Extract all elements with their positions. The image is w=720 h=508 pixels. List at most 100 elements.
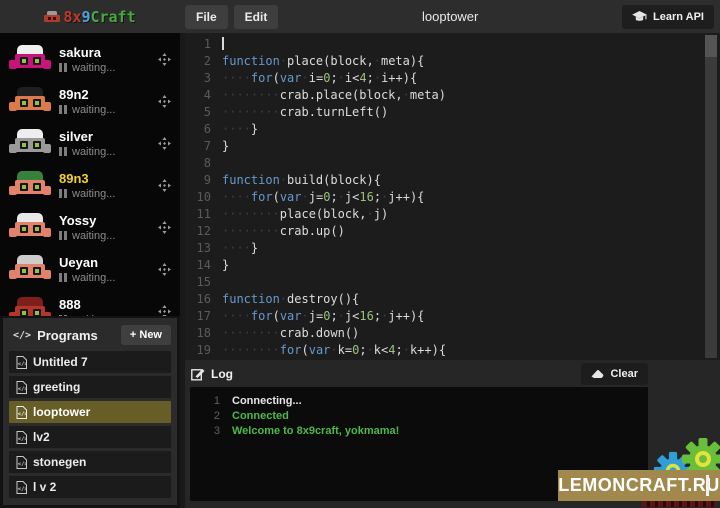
- edit-menu-button[interactable]: Edit: [234, 5, 279, 29]
- player-row[interactable]: Yossy waiting...: [0, 206, 180, 248]
- program-item[interactable]: </> looptower: [9, 401, 171, 423]
- learn-api-button[interactable]: Learn API: [622, 5, 714, 29]
- watermark-caret: [706, 475, 709, 496]
- code-lines: 12function·place(block,·meta){3····for(v…: [185, 33, 720, 360]
- code-line: 6····}: [185, 121, 720, 138]
- graduation-cap-icon: [632, 11, 647, 22]
- player-status: waiting...: [72, 146, 115, 158]
- pause-icon: [59, 231, 67, 240]
- code-file-icon: </>: [16, 356, 27, 369]
- log-entry: 2Connected: [190, 409, 648, 424]
- code-file-icon: </>: [16, 381, 27, 394]
- log-icon: [191, 367, 205, 381]
- crab-avatar: [9, 213, 51, 242]
- log-entry: 1Connecting...: [190, 394, 648, 409]
- crab-logo-icon: [44, 10, 60, 24]
- crab-avatar: [9, 255, 51, 284]
- player-status: waiting...: [72, 104, 115, 116]
- player-name: 888: [59, 297, 158, 312]
- code-file-icon: </>: [16, 431, 27, 444]
- crab-avatar: [9, 129, 51, 158]
- crab-avatar: [9, 297, 51, 317]
- code-line: 19········for(var·k=0;·k<4;·k++){: [185, 342, 720, 359]
- crab-avatar: [9, 171, 51, 200]
- player-row[interactable]: 89n2 waiting...: [0, 80, 180, 122]
- eraser-icon: [591, 368, 604, 379]
- log-title: Log: [211, 367, 233, 381]
- code-editor[interactable]: 12function·place(block,·meta){3····for(v…: [185, 33, 720, 360]
- program-item[interactable]: </> Untitled 7: [9, 351, 171, 373]
- locate-icon[interactable]: [158, 263, 171, 276]
- programs-header: </> Programs + New: [9, 323, 171, 347]
- code-line: 3····for(var·i=0;·i<4;·i++){: [185, 70, 720, 87]
- new-program-button[interactable]: + New: [121, 325, 171, 345]
- code-line: 11········place(block,·j): [185, 206, 720, 223]
- player-status: waiting...: [72, 62, 115, 74]
- pause-icon: [59, 63, 67, 72]
- programs-panel: </> Programs + New </> Untitled 7 </> gr…: [0, 316, 180, 508]
- svg-text:</>: </>: [18, 486, 27, 492]
- code-file-icon: </>: [16, 481, 27, 494]
- document-title: looptower: [278, 9, 622, 24]
- player-row[interactable]: 888 waiting...: [0, 290, 180, 316]
- app-logo: 8x9Craft: [0, 8, 180, 26]
- locate-icon[interactable]: [158, 137, 171, 150]
- locate-icon[interactable]: [158, 95, 171, 108]
- code-icon: </>: [13, 330, 31, 341]
- log-header: Log Clear: [185, 360, 720, 387]
- crab-avatar: [9, 45, 51, 74]
- program-item[interactable]: </> l v 2: [9, 476, 171, 498]
- player-status: waiting...: [72, 272, 115, 284]
- code-line: 12········crab.up(): [185, 223, 720, 240]
- player-status: waiting...: [72, 188, 115, 200]
- player-name: Yossy: [59, 213, 158, 228]
- pause-icon: [59, 189, 67, 198]
- code-line: 5········crab.turnLeft(): [185, 104, 720, 121]
- player-name: silver: [59, 129, 158, 144]
- locate-icon[interactable]: [158, 179, 171, 192]
- player-status: waiting...: [72, 230, 115, 242]
- crab-avatar: [9, 87, 51, 116]
- code-line: 8: [185, 155, 720, 172]
- code-line: 16function·destroy(){: [185, 291, 720, 308]
- code-line: 10····for(var·j=0;·j<16;·j++){: [185, 189, 720, 206]
- locate-icon[interactable]: [158, 305, 171, 317]
- log-entry: 3Welcome to 8x9craft, yokmama!: [190, 424, 648, 439]
- code-line: 18········crab.down(): [185, 325, 720, 342]
- watermark-banner: LEMONCRAFT.RU: [558, 470, 720, 501]
- player-name: sakura: [59, 45, 158, 60]
- code-line: 13····}: [185, 240, 720, 257]
- pause-icon: [59, 273, 67, 282]
- program-item[interactable]: </> stonegen: [9, 451, 171, 473]
- svg-text:</>: </>: [18, 361, 27, 367]
- code-line: 15: [185, 274, 720, 291]
- code-line: 14}: [185, 257, 720, 274]
- code-line: 4········crab.place(block,·meta): [185, 87, 720, 104]
- program-item[interactable]: </> lv2: [9, 426, 171, 448]
- editor-scrollbar[interactable]: [705, 35, 717, 358]
- player-row[interactable]: sakura waiting...: [0, 38, 180, 80]
- program-item[interactable]: </> greeting: [9, 376, 171, 398]
- code-file-icon: </>: [16, 456, 27, 469]
- code-line: 17····for(var·j=0;·j<16;·j++){: [185, 308, 720, 325]
- svg-text:</>: </>: [18, 411, 27, 417]
- locate-icon[interactable]: [158, 53, 171, 66]
- clear-log-button[interactable]: Clear: [581, 363, 648, 385]
- player-name: 89n2: [59, 87, 158, 102]
- player-row[interactable]: silver waiting...: [0, 122, 180, 164]
- code-file-icon: </>: [16, 406, 27, 419]
- code-line: 7}: [185, 138, 720, 155]
- code-line: 2function·place(block,·meta){: [185, 53, 720, 70]
- pause-icon: [59, 105, 67, 114]
- player-row[interactable]: Ueyan waiting...: [0, 248, 180, 290]
- file-menu-button[interactable]: File: [185, 5, 228, 29]
- locate-icon[interactable]: [158, 221, 171, 234]
- programs-title: Programs: [37, 328, 121, 343]
- svg-text:</>: </>: [18, 461, 27, 467]
- player-name: Ueyan: [59, 255, 158, 270]
- svg-text:</>: </>: [18, 386, 27, 392]
- scrollbar-thumb[interactable]: [705, 35, 717, 57]
- player-row[interactable]: 89n3 waiting...: [0, 164, 180, 206]
- text-cursor: [222, 37, 224, 50]
- svg-text:</>: </>: [18, 436, 27, 442]
